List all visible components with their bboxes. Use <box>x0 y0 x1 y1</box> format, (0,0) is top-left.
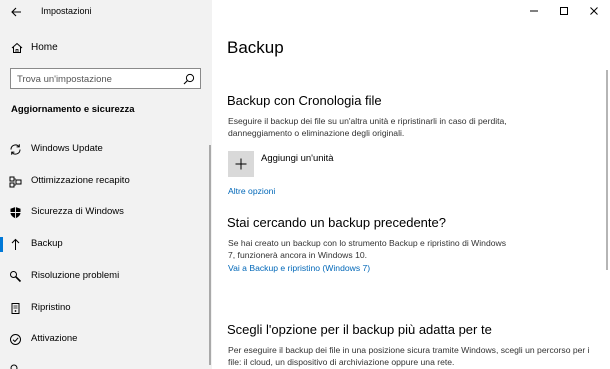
sidebar-item-windows-update[interactable]: Windows Update <box>0 136 212 162</box>
sidebar-item-label: Ripristino <box>31 302 71 313</box>
sidebar-item-label: Ottimizzazione recapito <box>31 175 130 186</box>
plus-icon <box>235 158 247 170</box>
sidebar-item-activation[interactable]: Attivazione <box>0 326 212 352</box>
sidebar-item-label: Windows Update <box>31 143 103 154</box>
page-title: Backup <box>227 38 284 57</box>
section-heading: Aggiornamento e sicurezza <box>11 104 135 115</box>
maximize-button[interactable] <box>549 0 579 22</box>
sidebar-item-label: Sicurezza di Windows <box>31 206 124 217</box>
choose-option-description: Per eseguire il backup dei file in una p… <box>228 345 590 367</box>
search-field[interactable] <box>10 68 201 89</box>
close-button[interactable] <box>579 0 609 22</box>
shield-icon <box>10 207 21 219</box>
wrench-icon <box>10 271 22 283</box>
older-backup-heading: Stai cercando un backup precedente? <box>227 215 446 230</box>
title-bar: Impostazioni <box>0 0 212 24</box>
home-icon <box>11 42 23 53</box>
sidebar-item-windows-security[interactable]: Sicurezza di Windows <box>0 199 212 225</box>
sidebar-item-partial[interactable] <box>0 356 212 369</box>
add-drive-label[interactable]: Aggiungi un'unità <box>261 153 334 164</box>
back-button[interactable] <box>6 2 26 22</box>
main-scrollbar[interactable] <box>606 70 608 270</box>
file-history-description: Eseguire il backup dei file su un'altra … <box>228 116 507 138</box>
windows7-backup-link[interactable]: Vai a Backup e ripristino (Windows 7) <box>228 263 370 273</box>
sidebar-item-label: Attivazione <box>31 333 78 344</box>
delivery-optimization-icon <box>9 176 22 188</box>
sidebar-item-label: Backup <box>31 238 63 249</box>
sidebar-item-delivery-optimization[interactable]: Ottimizzazione recapito <box>0 168 212 194</box>
older-backup-description: Se hai creato un backup con lo strumento… <box>228 238 507 260</box>
close-icon <box>590 7 598 15</box>
search-icon[interactable] <box>183 73 195 85</box>
sidebar-item-label: Risoluzione problemi <box>31 270 120 281</box>
sync-icon <box>10 144 21 155</box>
find-device-icon <box>10 364 18 369</box>
sidebar-item-troubleshoot[interactable]: Risoluzione problemi <box>0 263 212 289</box>
activation-check-icon <box>10 334 21 345</box>
main-content: Backup Backup con Cronologia file Esegui… <box>212 0 610 369</box>
maximize-icon <box>560 7 568 15</box>
sidebar-item-backup[interactable]: Backup <box>0 231 212 257</box>
sidebar-scrollbar[interactable] <box>209 145 211 365</box>
search-input[interactable] <box>17 72 177 86</box>
choose-option-heading: Scegli l'opzione per il backup più adatt… <box>227 322 492 337</box>
back-arrow-icon <box>10 7 21 17</box>
minimize-button[interactable] <box>519 0 549 22</box>
add-drive-button[interactable] <box>228 151 254 177</box>
file-history-heading: Backup con Cronologia file <box>227 93 382 108</box>
sidebar-item-recovery[interactable]: Ripristino <box>0 295 212 321</box>
sidebar-item-label: Home <box>31 42 58 53</box>
app-title: Impostazioni <box>41 6 92 16</box>
recovery-icon <box>11 303 20 314</box>
backup-arrow-icon <box>11 238 20 250</box>
more-options-link[interactable]: Altre opzioni <box>228 186 275 196</box>
sidebar-item-home[interactable]: Home <box>0 38 212 60</box>
sidebar: Impostazioni Home Aggiornamento e sicure… <box>0 0 212 369</box>
minimize-icon <box>530 10 538 12</box>
